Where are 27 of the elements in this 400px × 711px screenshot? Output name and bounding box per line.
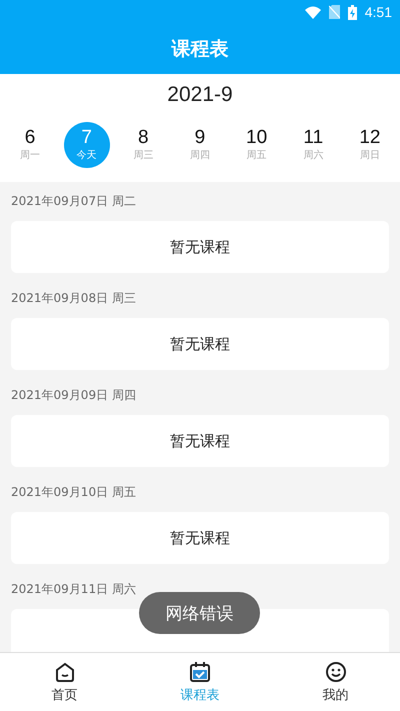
page-title: 课程表 bbox=[172, 37, 228, 62]
day-button[interactable]: 11 周六 bbox=[290, 122, 336, 168]
smiley-icon bbox=[324, 660, 346, 682]
tab-bar-item[interactable]: 我的 bbox=[312, 658, 358, 706]
date-heading: 2021年09月09日 周四 bbox=[11, 387, 136, 404]
no-sim-icon bbox=[328, 5, 340, 19]
day-button[interactable]: 12 周日 bbox=[346, 122, 393, 168]
day-button[interactable]: 6 周一 bbox=[7, 122, 53, 168]
date-heading: 2021年09月11日 周六 bbox=[11, 581, 136, 598]
wifi-icon bbox=[304, 6, 321, 18]
day-button[interactable]: 9 周四 bbox=[176, 122, 223, 168]
empty-message: 暂无课程 bbox=[170, 528, 230, 548]
day-button[interactable]: 8 周三 bbox=[120, 122, 166, 168]
calendar-icon bbox=[189, 660, 211, 682]
month-label: 2021-9 bbox=[166, 82, 234, 108]
toast-message: 网络错误 bbox=[139, 592, 260, 634]
empty-message: 暂无课程 bbox=[170, 334, 230, 354]
empty-message: 暂无课程 bbox=[170, 432, 230, 450]
empty-message: 暂无课程 bbox=[170, 238, 230, 256]
date-heading: 2021年09月10日 周五 bbox=[11, 484, 136, 501]
date-heading: 2021年09月07日 周二 bbox=[11, 193, 136, 210]
tab-bar-item[interactable]: 首页 bbox=[42, 658, 88, 706]
battery-icon bbox=[348, 4, 357, 20]
date-heading: 2021年09月08日 周三 bbox=[11, 290, 136, 307]
day-button[interactable]: 10 周五 bbox=[234, 122, 280, 168]
home-icon bbox=[54, 660, 76, 682]
status-time: 4:51 bbox=[364, 4, 392, 20]
